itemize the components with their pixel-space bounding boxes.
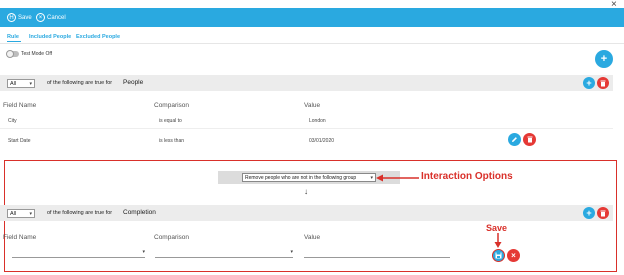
tab-rule[interactable]: Rule <box>7 34 19 40</box>
tab-included-people[interactable]: Included People <box>29 34 71 40</box>
quantifier-select[interactable]: All ▾ <box>7 79 35 88</box>
floppy-icon <box>495 252 502 259</box>
field-underline <box>304 257 450 258</box>
trash-icon <box>600 80 606 86</box>
chevron-down-icon: ▾ <box>29 210 32 217</box>
toolbar: H Save × Cancel <box>0 8 624 27</box>
save-button-label: Save <box>18 14 32 21</box>
chevron-down-icon: ▾ <box>29 80 32 87</box>
field-name-label: Field Name <box>3 234 37 241</box>
add-icon: + <box>586 208 592 218</box>
row-divider <box>0 128 613 129</box>
quantifier-value: All <box>10 210 17 217</box>
quantifier-select[interactable]: All ▾ <box>7 209 35 218</box>
rule-field: Start Date <box>8 138 31 144</box>
save-icon: H <box>7 13 16 22</box>
comparison-label: Comparison <box>154 234 190 241</box>
interaction-select[interactable]: Remove people who are not in the followi… <box>242 173 376 182</box>
cancel-button[interactable]: × Cancel <box>36 11 66 24</box>
trash-icon <box>527 136 532 143</box>
delete-group-button[interactable] <box>597 207 609 219</box>
field-underline <box>12 257 145 258</box>
trash-icon <box>600 210 606 216</box>
tab-excluded-people[interactable]: Excluded People <box>76 34 120 40</box>
add-icon: + <box>586 78 592 88</box>
rule-value: London <box>309 118 326 124</box>
annotation-interaction-options: Interaction Options <box>421 171 513 182</box>
cancel-rule-button[interactable]: × <box>507 249 520 262</box>
rule-comparison: is equal to <box>159 118 182 124</box>
annotation-arrow-down-icon <box>494 233 502 248</box>
group-name: Completion <box>123 209 156 216</box>
rule-comparison: is less than <box>159 138 185 144</box>
edit-rule-button[interactable] <box>508 133 521 146</box>
value-label: Value <box>304 234 321 241</box>
interaction-select-value: Remove people who are not in the followi… <box>245 174 357 181</box>
delete-rule-button[interactable] <box>523 133 536 146</box>
close-icon: × <box>511 251 516 260</box>
add-rule-button[interactable]: + <box>583 77 595 89</box>
cancel-icon: × <box>36 13 45 22</box>
test-mode-label: Test Mode Off <box>21 51 53 57</box>
toggle-knob[interactable] <box>6 50 14 58</box>
group-name: People <box>123 79 144 86</box>
rule-field: City <box>8 118 17 124</box>
annotation-save: Save <box>486 223 508 233</box>
field-name-select[interactable]: ▾ <box>12 248 145 258</box>
group-condition-text: of the following are true for <box>47 80 113 86</box>
active-tab-indicator <box>7 41 21 42</box>
quantifier-value: All <box>10 80 17 87</box>
chevron-down-icon: ▾ <box>142 249 145 255</box>
column-header-value: Value <box>304 102 321 109</box>
chevron-down-icon: ▾ <box>370 174 373 181</box>
comparison-select[interactable]: ▾ <box>155 248 293 258</box>
annotation-arrow-left-icon <box>376 174 419 182</box>
cancel-button-label: Cancel <box>47 14 66 21</box>
tab-divider <box>0 43 624 44</box>
value-input[interactable] <box>304 248 450 258</box>
save-rule-button[interactable] <box>492 249 505 262</box>
field-underline <box>155 257 293 258</box>
pencil-icon <box>512 137 517 142</box>
chevron-down-icon: ▾ <box>290 249 293 255</box>
rule-value: 03/01/2020 <box>309 138 335 144</box>
column-header-field-name: Field Name <box>3 102 37 109</box>
add-group-button[interactable]: + <box>595 50 613 68</box>
arrow-down-icon: ↓ <box>304 187 308 196</box>
column-header-comparison: Comparison <box>154 102 190 109</box>
save-button[interactable]: H Save <box>7 11 32 24</box>
group-condition-text: of the following are true for <box>47 210 113 216</box>
add-rule-button[interactable]: + <box>583 207 595 219</box>
delete-group-button[interactable] <box>597 77 609 89</box>
add-icon: + <box>600 53 608 65</box>
